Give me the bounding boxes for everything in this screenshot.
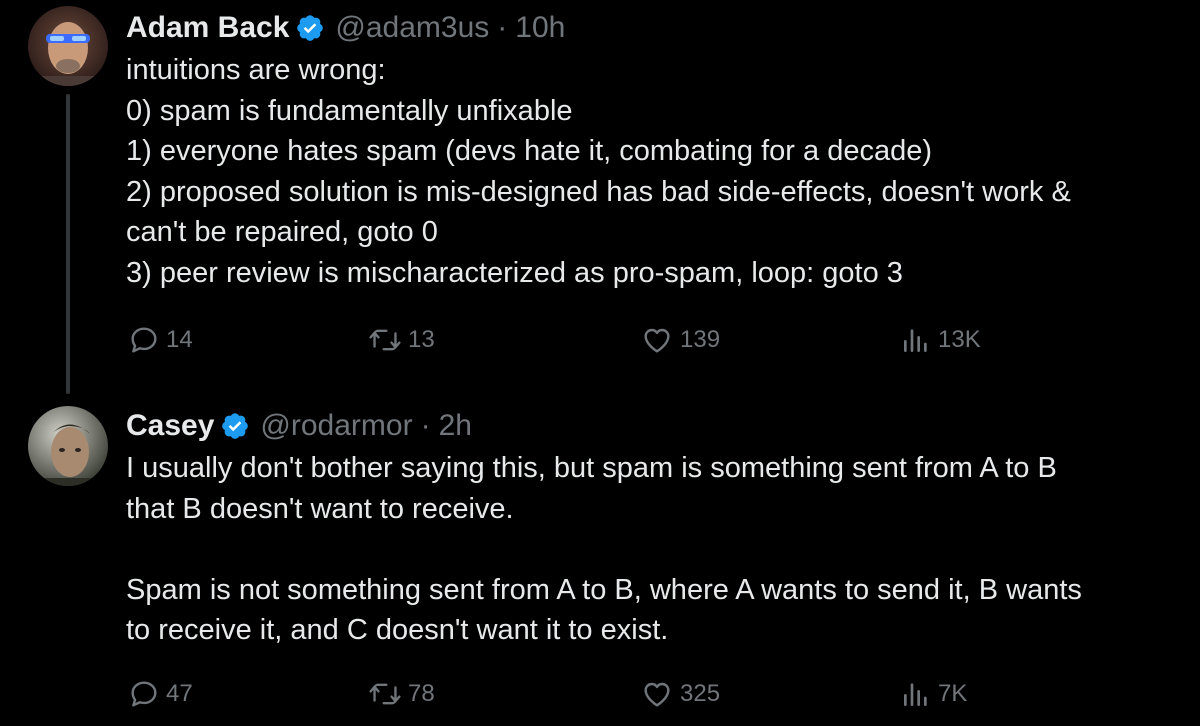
verified-badge-icon bbox=[222, 413, 249, 439]
views-count: 13K bbox=[938, 326, 981, 353]
timestamp[interactable]: 10h bbox=[515, 11, 565, 45]
reply-button[interactable]: 14 bbox=[128, 322, 193, 358]
tweet-text-line: to receive it, and C doesn't want it to … bbox=[126, 614, 669, 646]
views-count: 7K bbox=[938, 680, 968, 707]
repost-icon bbox=[369, 683, 401, 705]
verified-badge-icon bbox=[297, 15, 324, 41]
user-handle[interactable]: @adam3us bbox=[335, 11, 489, 45]
like-count: 139 bbox=[680, 326, 721, 353]
display-name[interactable]: Casey bbox=[126, 409, 214, 443]
tweet-text-line: that B doesn't want to receive. bbox=[126, 492, 514, 525]
tweet-text-line: 0) spam is fundamentally unfixable bbox=[126, 94, 573, 127]
repost-button[interactable]: 13 bbox=[368, 322, 435, 358]
tweet-text-line: I usually don't bother saying this, but … bbox=[126, 452, 1057, 484]
reply-button[interactable]: 47 bbox=[128, 676, 193, 712]
tweet-text: I usually don't bother saying this, but … bbox=[126, 448, 1170, 651]
avatar-image bbox=[28, 406, 108, 486]
avatar[interactable] bbox=[28, 6, 108, 86]
user-handle[interactable]: @rodarmor bbox=[260, 409, 412, 443]
repost-count: 13 bbox=[408, 326, 435, 353]
reply-icon bbox=[131, 681, 157, 707]
paragraph-break bbox=[126, 529, 1170, 570]
heart-icon bbox=[644, 328, 670, 353]
avatar-image bbox=[28, 6, 108, 86]
like-count: 325 bbox=[680, 680, 721, 707]
views-chart-icon bbox=[904, 683, 927, 706]
tweet-text: intuitions are wrong: 0) spam is fundame… bbox=[126, 50, 1170, 293]
tweet-text-line: intuitions are wrong: bbox=[126, 54, 386, 86]
tweet-header: Casey @rodarmor · 2h bbox=[126, 408, 1170, 444]
repost-count: 78 bbox=[408, 680, 435, 707]
tweet-actions: 47 78 325 7K bbox=[128, 676, 1028, 712]
views-chart-icon bbox=[904, 329, 927, 352]
tweet-text-line: 2) proposed solution is mis-designed has… bbox=[126, 175, 1071, 208]
display-name[interactable]: Adam Back bbox=[126, 11, 289, 45]
tweet-header: Adam Back @adam3us · 10h bbox=[126, 10, 1170, 46]
reply-count: 47 bbox=[166, 680, 193, 707]
tweet-text-line: 3) peer review is mischaracterized as pr… bbox=[126, 256, 903, 289]
tweet-text-line: can't be repaired, goto 0 bbox=[126, 216, 438, 248]
separator-dot: · bbox=[497, 11, 508, 44]
avatar[interactable] bbox=[28, 406, 108, 486]
separator-dot: · bbox=[420, 409, 431, 442]
like-button[interactable]: 325 bbox=[640, 676, 720, 712]
timestamp[interactable]: 2h bbox=[439, 409, 472, 443]
like-button[interactable]: 139 bbox=[640, 322, 720, 358]
reply-count: 14 bbox=[166, 326, 193, 353]
thread-connector-line bbox=[66, 94, 70, 394]
views-button[interactable]: 13K bbox=[900, 322, 981, 358]
repost-icon bbox=[369, 329, 401, 351]
reply-icon bbox=[131, 327, 157, 353]
heart-icon bbox=[644, 682, 670, 707]
tweet-text-line: Spam is not something sent from A to B, … bbox=[126, 573, 1082, 606]
repost-button[interactable]: 78 bbox=[368, 676, 435, 712]
views-button[interactable]: 7K bbox=[900, 676, 967, 712]
tweet-actions: 14 13 139 13K bbox=[128, 322, 1028, 358]
tweet-text-line: 1) everyone hates spam (devs hate it, co… bbox=[126, 135, 932, 167]
